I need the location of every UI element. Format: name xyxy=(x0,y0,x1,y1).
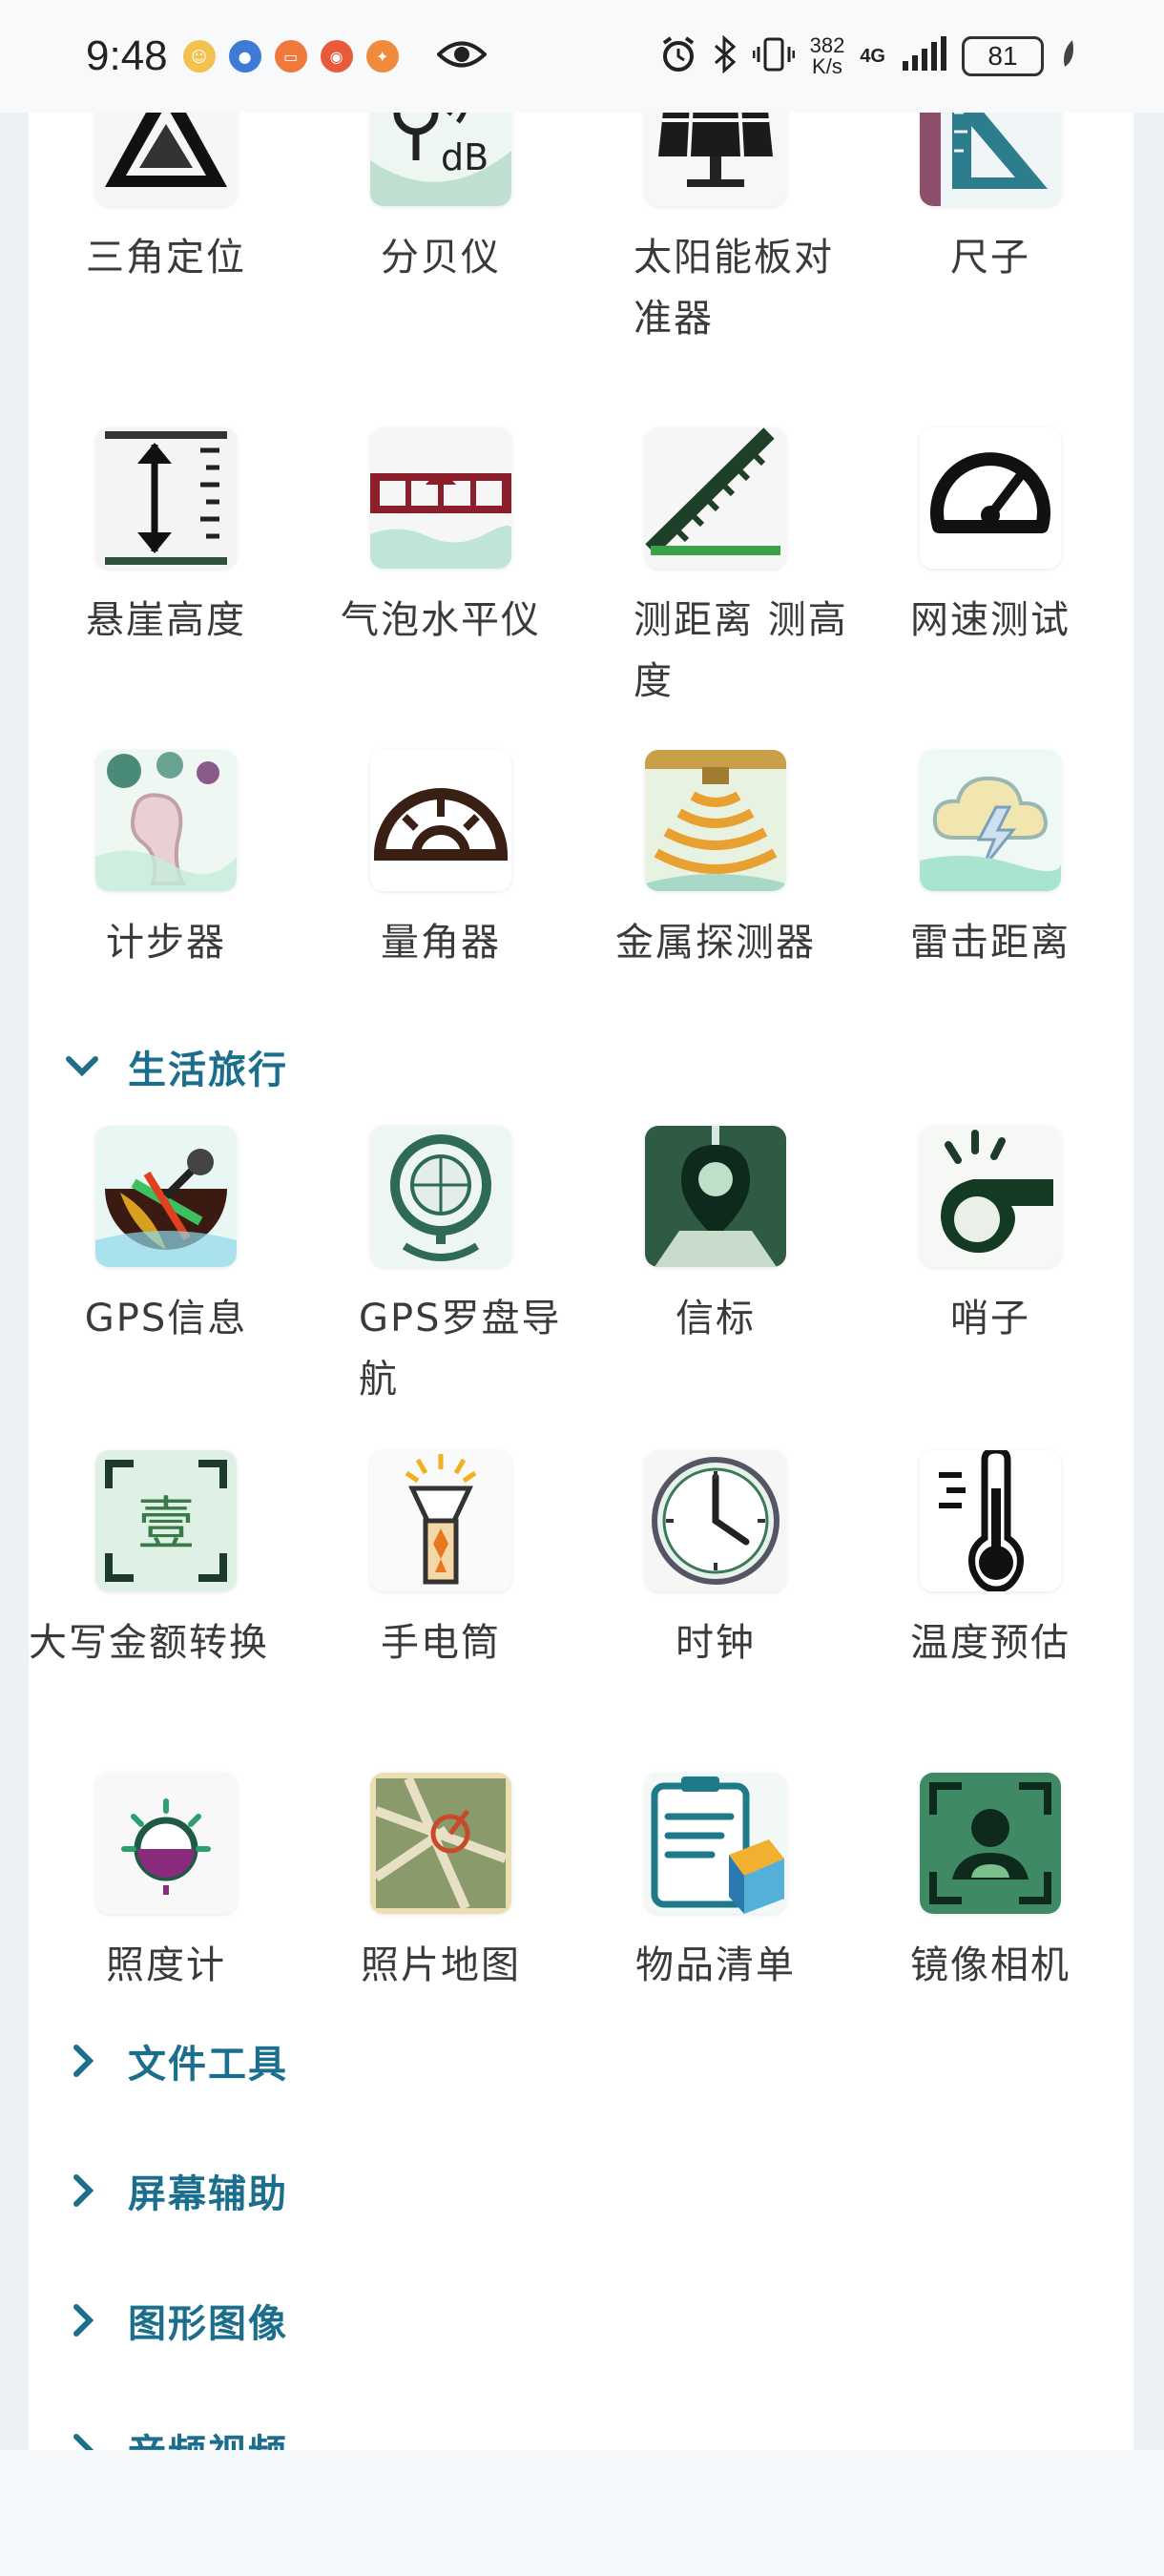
tool-label: 网速测试 xyxy=(910,598,1070,642)
section-header-life-travel[interactable]: 生活旅行 xyxy=(63,1028,288,1105)
tool-label: 计步器 xyxy=(106,921,226,965)
vibrate-icon xyxy=(752,35,796,77)
tool-label: 信标 xyxy=(676,1297,756,1340)
section-title: 屏幕辅助 xyxy=(128,2172,288,2216)
chevron-right-icon xyxy=(63,2171,101,2210)
section-title: 文件工具 xyxy=(128,2043,288,2087)
status-time: 9:48 xyxy=(86,32,168,79)
height-icon xyxy=(95,427,237,569)
red-app-icon: ◉ xyxy=(320,40,353,73)
solar-panel-icon xyxy=(645,113,786,206)
triangle-icon xyxy=(95,113,237,206)
tool-label: 照片地图 xyxy=(361,1943,521,1987)
bluetooth-icon xyxy=(713,34,738,77)
tool-label: 手电筒 xyxy=(381,1621,501,1665)
tool-label: 照度计 xyxy=(106,1943,226,1987)
tool-label: 时钟 xyxy=(676,1621,756,1665)
tool-label: 物品清单 xyxy=(635,1943,796,1987)
section-header-screen-assist[interactable]: 屏幕辅助 xyxy=(63,2152,288,2229)
lightning-icon xyxy=(920,750,1061,891)
whistle-icon xyxy=(920,1126,1061,1267)
speed-unit: K/s xyxy=(812,54,842,78)
tool-label: 镜像相机 xyxy=(910,1943,1070,1987)
section-header-graphics[interactable]: 图形图像 xyxy=(63,2282,288,2358)
alarm-icon xyxy=(659,35,697,77)
checklist-icon xyxy=(645,1773,786,1914)
lux-meter-icon xyxy=(95,1773,237,1914)
tool-label: 尺子 xyxy=(950,236,1030,280)
section-header-file-tools[interactable]: 文件工具 xyxy=(63,2023,288,2099)
tool-label: 金属探测器 xyxy=(615,921,816,965)
decibel-icon: dB xyxy=(370,113,511,206)
tool-label: GPS信息 xyxy=(84,1297,248,1340)
metal-detector-icon xyxy=(645,750,786,891)
battery-indicator: 81 xyxy=(962,36,1044,76)
protractor-icon xyxy=(370,750,511,891)
thermometer-icon xyxy=(920,1450,1061,1591)
footprint-icon xyxy=(95,750,237,891)
emoji-app-icon: ☺ xyxy=(182,40,216,73)
notification-icons: ☺ ● ▭ ◉ ✦ xyxy=(182,40,399,73)
tool-label: 哨子 xyxy=(950,1297,1030,1340)
chevron-down-icon xyxy=(63,1048,101,1086)
tool-list-card: 三角定位 dB 分贝仪 太阳能板对准器 尺子 悬崖高度 气泡水平仪 测距离 测高… xyxy=(29,113,1133,2450)
svg-text:dB: dB xyxy=(441,136,488,178)
section-title: 生活旅行 xyxy=(128,1049,288,1092)
tool-label: 量角器 xyxy=(381,921,501,965)
tool-label: 温度预估 xyxy=(910,1621,1070,1665)
ruler-icon xyxy=(920,113,1061,206)
level-icon xyxy=(370,427,511,569)
tool-label: 测距离 测高度 xyxy=(634,598,848,703)
network-speed: 382 K/s xyxy=(810,35,845,77)
video-app-icon: ▭ xyxy=(274,40,307,73)
beacon-icon xyxy=(645,1126,786,1267)
mirror-camera-icon xyxy=(920,1773,1061,1914)
chevron-right-icon xyxy=(63,2042,101,2080)
chevron-right-icon xyxy=(63,2431,101,2450)
section-header-audio-video[interactable]: 音频视频 xyxy=(63,2412,288,2450)
status-bar: 9:48 ☺ ● ▭ ◉ ✦ 382 K/s 4G 81 xyxy=(0,0,1164,113)
svg-text:壹: 壹 xyxy=(137,1491,195,1558)
gps-info-icon xyxy=(95,1126,237,1267)
section-title: 音频视频 xyxy=(128,2422,288,2450)
orange-app-icon: ✦ xyxy=(365,40,399,73)
bottom-nav-area xyxy=(0,2450,1164,2576)
measure-icon xyxy=(645,427,786,569)
network-type: 4G xyxy=(860,45,885,67)
tool-label: 悬崖高度 xyxy=(86,598,246,642)
tool-label: 分贝仪 xyxy=(381,236,501,280)
chevron-right-icon xyxy=(63,2301,101,2339)
flashlight-icon xyxy=(370,1450,511,1591)
tool-label: 气泡水平仪 xyxy=(341,598,541,642)
speed-value: 382 xyxy=(809,33,845,57)
currency-icon: 壹 xyxy=(95,1450,237,1591)
app-badge-icon: ● xyxy=(228,40,261,73)
tool-label: 太阳能板对准器 xyxy=(634,236,834,341)
leaf-icon xyxy=(1059,38,1078,74)
photo-map-icon xyxy=(370,1773,511,1914)
tool-label: 大写金额转换 xyxy=(29,1621,269,1665)
signal-icon xyxy=(901,36,946,76)
compass-icon xyxy=(370,1126,511,1267)
clock-icon xyxy=(645,1450,786,1591)
speedometer-icon xyxy=(920,427,1061,569)
eye-icon xyxy=(435,38,488,74)
tool-label: 雷击距离 xyxy=(910,921,1070,965)
section-title: 图形图像 xyxy=(128,2302,288,2346)
tool-label: GPS罗盘导航 xyxy=(359,1297,562,1402)
tool-label: 三角定位 xyxy=(86,236,246,280)
